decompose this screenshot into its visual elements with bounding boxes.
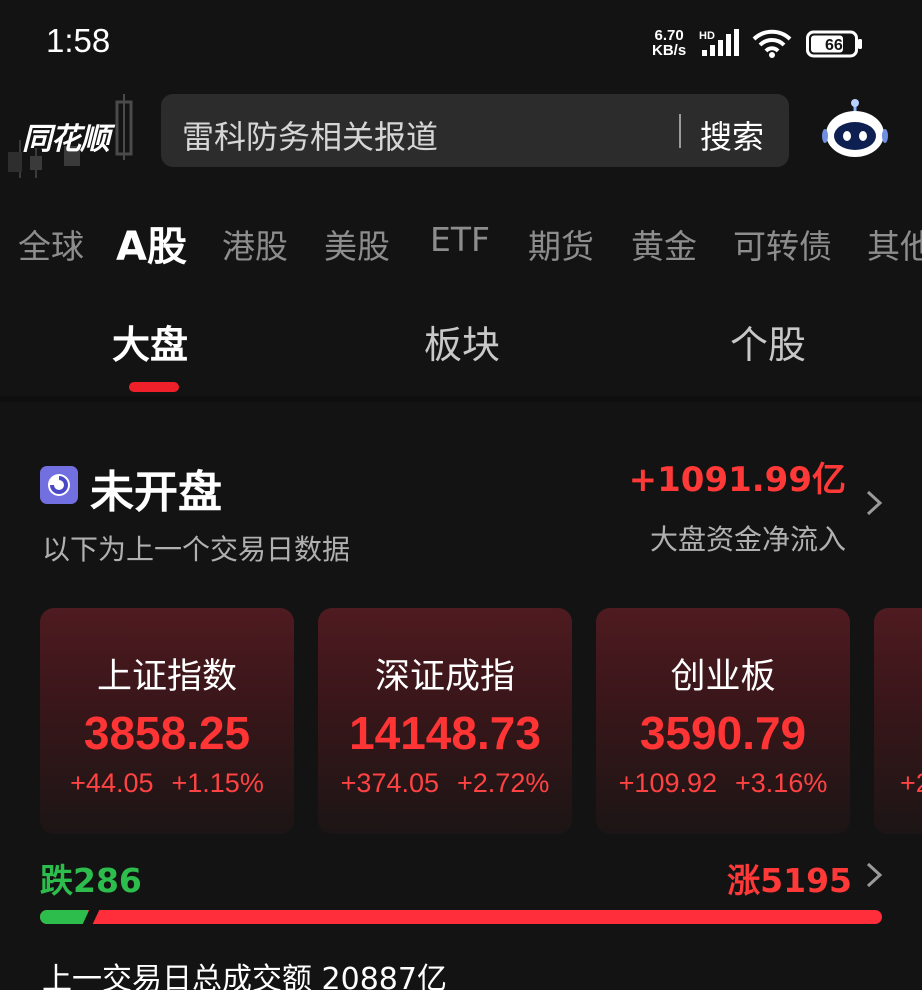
market-closed-icon [40, 466, 78, 504]
index-changes: +109.92 +3.16% [596, 768, 850, 799]
network-badge: HD [699, 30, 715, 42]
index-changes: +2 [900, 768, 922, 799]
tab-market-overview[interactable]: 大盘 [112, 314, 188, 369]
index-value: 14148.73 [349, 707, 541, 759]
app-logo[interactable]: 同花顺 [22, 114, 110, 158]
tab-a-share[interactable]: A股 [116, 214, 187, 272]
index-value: 3858.25 [83, 707, 251, 759]
status-bar: 1:58 6.70 KB/s HD 66 [0, 0, 922, 88]
index-card-chinext[interactable]: 创业板 3590.79 +109.92 +3.16% [596, 608, 850, 834]
advancers-count[interactable]: 涨5195 [727, 854, 852, 902]
index-value: 3590.79 [639, 707, 807, 759]
previous-day-turnover: 上一交易日总成交额 20887亿 [42, 962, 447, 990]
chevron-right-icon[interactable] [862, 860, 886, 890]
search-bar[interactable]: 雷科防务相关报道 搜索 [161, 94, 789, 167]
robot-icon[interactable] [822, 98, 888, 160]
index-card-partial[interactable]: +2 [874, 608, 922, 834]
status-time: 1:58 [46, 22, 111, 59]
tab-convertible-bond[interactable]: 可转债 [733, 220, 832, 268]
index-change: +2 [900, 768, 922, 798]
battery-icon: 66 [806, 30, 864, 58]
index-card-shanghai[interactable]: 上证指数 3858.25 +44.05 +1.15% [40, 608, 294, 834]
section-divider [0, 396, 922, 402]
battery-level: 66 [825, 37, 843, 54]
tab-gold[interactable]: 黄金 [631, 220, 697, 268]
market-status-title: 未开盘 [90, 467, 222, 518]
index-change: +109.92 [618, 768, 718, 798]
tab-futures[interactable]: 期货 [528, 220, 594, 268]
tab-etf[interactable]: ETF [430, 220, 490, 259]
index-changes: +374.05 +2.72% [318, 768, 572, 799]
search-divider [679, 114, 681, 148]
decliners-count: 跌286 [40, 861, 142, 900]
net-inflow-label[interactable]: 大盘资金净流入 [650, 518, 846, 558]
index-change-pct: +2.72% [457, 768, 550, 798]
index-changes: +44.05 +1.15% [40, 768, 294, 799]
network-speed: 6.70 KB/s [652, 28, 686, 58]
tab-individual-stocks[interactable]: 个股 [730, 314, 806, 369]
tab-hk-stock[interactable]: 港股 [222, 220, 288, 268]
index-name: 深证成指 [374, 657, 515, 697]
search-button[interactable]: 搜索 [700, 112, 764, 158]
chevron-right-icon[interactable] [862, 488, 886, 518]
wifi-icon [752, 29, 792, 58]
index-card-shenzhen[interactable]: 深证成指 14148.73 +374.05 +2.72% [318, 608, 572, 834]
index-change-pct: +1.15% [171, 768, 264, 798]
search-input[interactable]: 雷科防务相关报道 [182, 112, 438, 158]
market-tabs: 全球 A股 港股 美股 ETF 期货 黄金 可转债 其他 [0, 214, 922, 274]
sub-tabs: 大盘 板块 个股 [0, 306, 922, 396]
tab-sectors[interactable]: 板块 [424, 314, 500, 369]
net-inflow-value[interactable]: +1091.99亿 [629, 452, 846, 501]
cellular-signal-icon: HD [699, 29, 739, 56]
tab-other[interactable]: 其他 [867, 220, 922, 268]
network-speed-value: 6.70 [654, 27, 684, 44]
market-breadth-bar [40, 910, 882, 924]
index-change: +374.05 [340, 768, 440, 798]
tab-us-stock[interactable]: 美股 [324, 220, 390, 268]
tab-global[interactable]: 全球 [18, 220, 84, 268]
network-speed-unit: KB/s [652, 42, 687, 59]
index-change-pct: +3.16% [735, 768, 828, 798]
index-name: 创业板 [670, 657, 776, 697]
breadth-decliners-fill [40, 910, 88, 924]
index-name: 上证指数 [96, 657, 237, 697]
active-tab-indicator [129, 382, 179, 392]
market-status-subtitle: 以下为上一个交易日数据 [42, 533, 351, 566]
index-change: +44.05 [70, 768, 154, 798]
